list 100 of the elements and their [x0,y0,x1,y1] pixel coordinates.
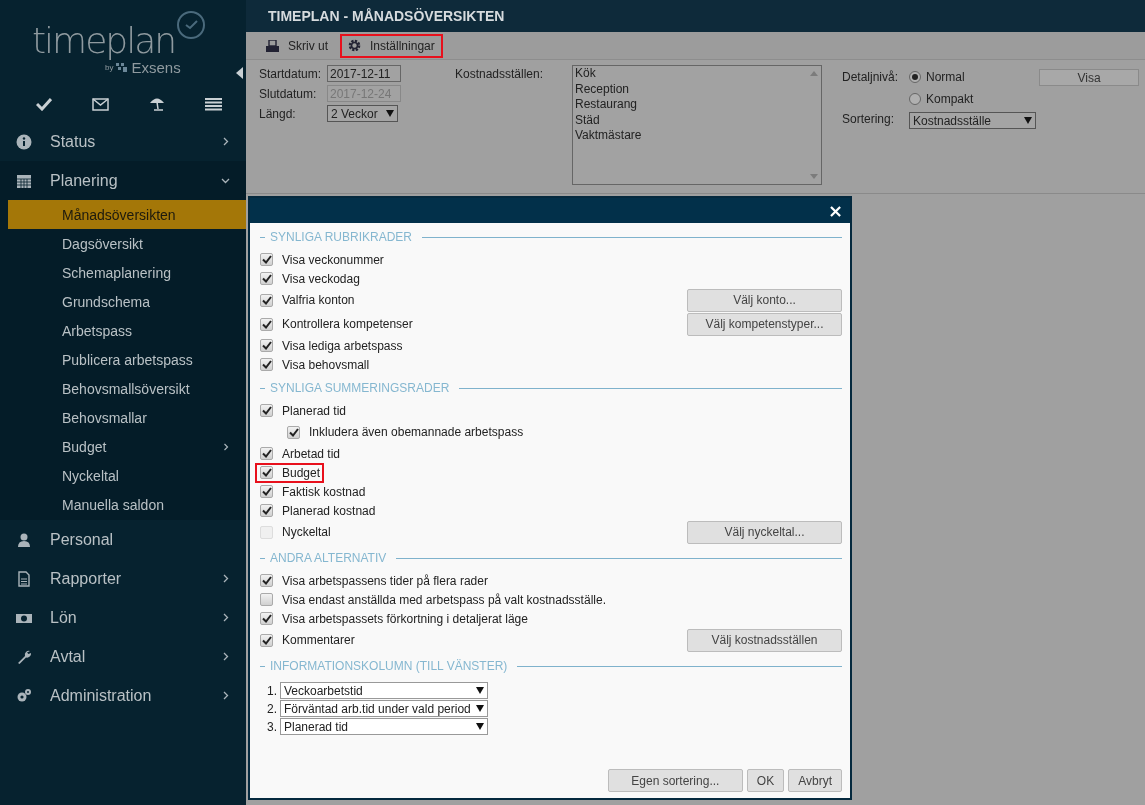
calendar-icon [16,172,32,189]
nav-item[interactable]: Lön [0,598,246,637]
checkbox[interactable] [260,339,273,352]
dialog-button[interactable]: Avbryt [788,769,842,792]
chevron-icon [221,574,230,583]
row-number: 2. [267,701,277,716]
start-date-field[interactable]: 2017-12-11 [327,65,401,82]
cost-center-list[interactable]: Kök Reception Restaurang Städ Vaktmästare [572,65,822,185]
submenu-item[interactable]: Behovsmallar [8,403,246,432]
umbrella-icon[interactable] [149,96,165,112]
select-button[interactable]: Välj konto... [687,288,842,312]
submenu-item[interactable]: Budget [8,432,246,461]
column-dropdown[interactable]: Planerad tid [280,718,488,735]
checkbox[interactable] [260,447,273,460]
checkbox-label: Visa arbetspassets förkortning i detaljerat läge [282,611,528,626]
checkbox[interactable] [260,272,273,285]
checkbox[interactable] [260,466,273,479]
checkbox-label: Arbetad tid [282,446,341,461]
checkbox-label: Nyckeltal [282,525,331,539]
submenu-item[interactable]: Publicera arbetspass [8,345,246,374]
radio-button[interactable] [909,71,921,83]
chevron-icon [222,442,230,451]
submenu-item[interactable]: Schemaplanering [8,258,246,287]
checkbox-label: Planerad kostnad [282,503,376,518]
list-item[interactable]: Kök [575,66,805,82]
nav-item[interactable]: Rapporter [0,559,246,598]
field-label: Längd: [259,106,297,121]
list-icon[interactable] [205,97,222,111]
checkmark-icon[interactable] [36,97,52,111]
gear-icon [348,39,361,52]
gears-icon [16,687,32,704]
collapse-arrow-icon[interactable] [236,67,243,79]
envelope-icon[interactable] [92,97,109,111]
submenu-item[interactable]: Dagsöversikt [8,229,246,258]
row-number: 3. [267,719,277,734]
list-item[interactable]: Städ [575,112,805,128]
dialog-button[interactable]: Egen sortering... [607,769,743,792]
close-button[interactable]: × [824,201,846,220]
checkbox[interactable] [260,504,273,517]
checkbox[interactable] [260,612,273,625]
show-button[interactable]: Visa [1039,69,1139,86]
section-heading: ANDRA ALTERNATIV [270,551,387,565]
checkbox-label: Visa behovsmall [282,357,370,372]
select-button[interactable]: Välj kompetenstyper... [687,312,842,336]
checkbox[interactable] [287,425,300,439]
field-label: Slutdatum: [259,86,318,101]
list-item[interactable]: Reception [575,81,805,97]
submenu-item[interactable]: Månadsöversikten [8,200,246,229]
chevron-icon [221,137,230,146]
checkbox[interactable] [260,485,273,498]
nav-item[interactable]: Personal [0,520,246,559]
checkbox[interactable] [260,358,273,371]
checkbox[interactable] [260,633,273,647]
submenu-item[interactable]: Grundschema [8,287,246,316]
nav-item[interactable]: Status [0,122,246,161]
nav-item[interactable]: Avtal [0,637,246,676]
nav-item[interactable]: Administration [0,676,246,715]
list-item[interactable]: Vaktmästare [575,128,805,144]
checkbox-label: Visa arbetspassens tider på flera rader [282,573,488,588]
chevron-icon [221,691,230,700]
radio-option[interactable]: Kompakt [909,92,974,106]
length-dropdown[interactable]: 2 Veckor [327,105,398,122]
checkbox-label: Planerad tid [282,403,347,418]
printer-icon [266,39,279,52]
section-heading: SYNLIGA SUMMERINGSRADER [270,381,450,395]
submenu-item[interactable]: Manuella saldon [8,490,246,519]
chevron-icon [221,176,230,185]
checkbox-label: Visa lediga arbetspass [282,338,403,353]
checkbox-label: Faktisk kostnad [282,484,366,499]
submenu-item[interactable]: Nyckeltal [8,461,246,490]
logo-byline: by [105,63,114,72]
column-dropdown[interactable]: Veckoarbetstid [280,682,488,699]
checkbox-label: Kommentarer [282,633,355,647]
checkbox[interactable] [260,253,273,266]
checkbox-label: Valfria konton [282,293,355,307]
info-icon [16,133,32,150]
checkbox-label: Visa endast anställda med arbetspass på valt kostnadsställe. [282,592,606,607]
checkbox-label: Visa veckonummer [282,252,384,267]
checkbox-label: Budget [282,465,321,480]
dialog-button[interactable]: OK [746,769,785,792]
checkbox[interactable] [260,293,273,307]
chevron-icon [221,613,230,622]
sort-dropdown[interactable]: Kostnadsställe [909,112,1036,129]
radio-option[interactable]: Normal [909,70,974,84]
submenu-item[interactable]: Behovsmallsöversikt [8,374,246,403]
checkbox[interactable] [260,317,273,331]
field-label: Detaljnivå: [842,70,900,84]
clock-icon [176,10,206,40]
checkbox[interactable] [260,593,273,606]
checkbox[interactable] [260,574,273,587]
document-icon [16,570,32,587]
print-button[interactable]: Skriv ut [258,33,336,58]
settings-button[interactable]: Inställningar [340,33,443,58]
list-item[interactable]: Restaurang [575,97,805,113]
checkbox[interactable] [260,404,273,417]
column-dropdown[interactable]: Förväntad arb.tid under vald period [280,700,488,717]
radio-button[interactable] [909,93,921,105]
nav-item[interactable]: Planering [0,161,246,200]
select-button[interactable]: Välj kostnadsställen [687,628,842,652]
submenu-item[interactable]: Arbetspass [8,316,246,345]
